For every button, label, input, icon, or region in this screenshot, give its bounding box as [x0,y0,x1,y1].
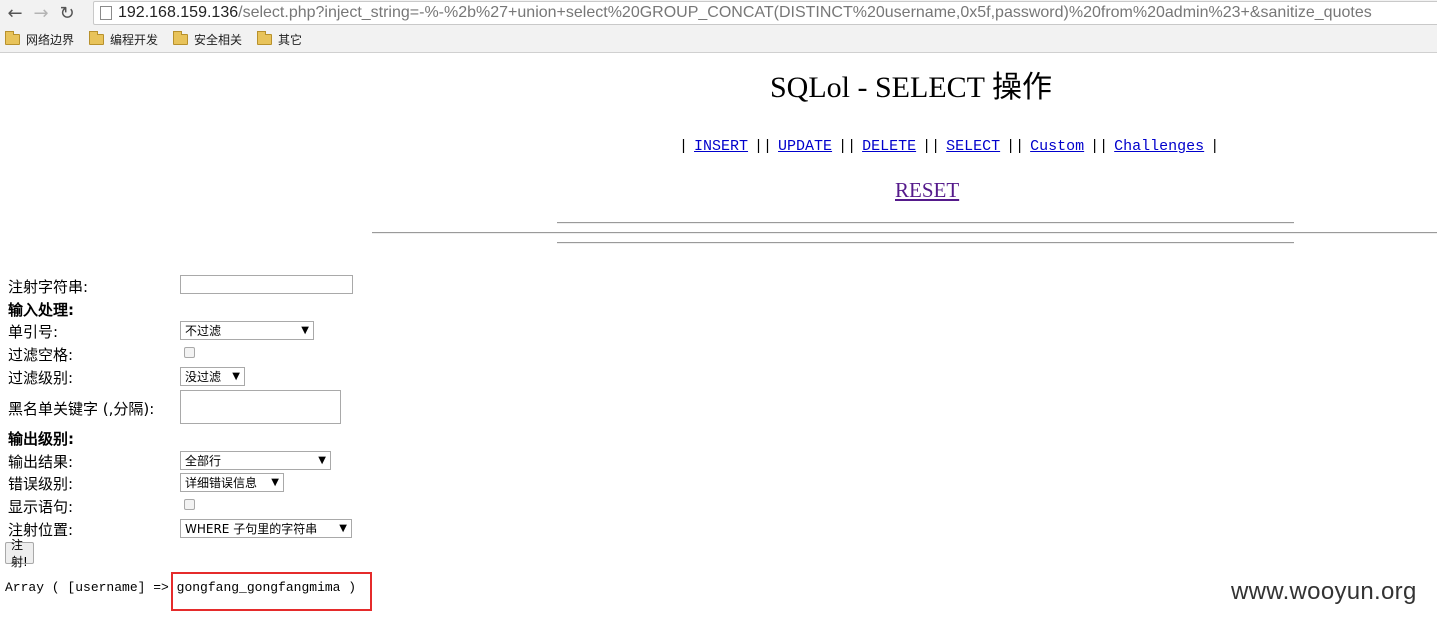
filter-spaces-label: 过滤空格: [8,346,74,364]
output-results-select[interactable]: 全部行 ▼ [180,451,331,470]
nav-update-link[interactable]: UPDATE [778,138,832,155]
filter-spaces-checkbox[interactable] [184,347,195,358]
bookmark-folder-network[interactable]: 网络边界 [5,31,74,48]
show-query-checkbox[interactable] [184,499,195,510]
divider [557,242,1294,244]
bookmarks-bar: 网络边界 编程开发 安全相关 其它 [0,27,1437,53]
result-prefix: Array ( [username] => [5,580,177,595]
bookmark-folder-programming[interactable]: 编程开发 [89,31,158,48]
inject-string-label: 注射字符串: [8,278,89,296]
bookmark-folder-other[interactable]: 其它 [257,31,302,48]
url-text: 192.168.159.136/select.php?inject_string… [118,4,1372,21]
bookmark-folder-security[interactable]: 安全相关 [173,31,242,48]
watermark: www.wooyun.org [1231,578,1417,605]
page-title: SQLol - SELECT 操作 [770,71,1052,104]
quotes-label: 单引号: [8,323,59,341]
output-section-heading: 输出级别: [8,430,74,448]
folder-icon [257,31,273,45]
filter-level-select[interactable]: 没过滤 ▼ [180,367,245,386]
highlight-box [171,572,372,611]
nav-select-link[interactable]: SELECT [946,138,1000,155]
nav-delete-link[interactable]: DELETE [862,138,916,155]
nav-insert-link[interactable]: INSERT [694,138,748,155]
error-level-label: 错误级别: [8,475,74,493]
error-level-select[interactable]: 详细错误信息 ▼ [180,473,284,492]
folder-icon [5,31,20,45]
nav-challenges-link[interactable]: Challenges [1114,138,1204,155]
show-query-label: 显示语句: [8,498,74,516]
dropdown-arrow-icon: ▼ [301,325,309,336]
nav-custom-link[interactable]: Custom [1030,138,1084,155]
output-results-label: 输出结果: [8,453,74,471]
dropdown-arrow-icon: ▼ [339,523,347,534]
reload-icon[interactable]: ↻ [56,3,78,25]
reset-link[interactable]: RESET [895,178,959,203]
url-field[interactable]: 192.168.159.136/select.php?inject_string… [93,1,1437,25]
inject-submit-button[interactable]: 注射! [5,538,34,569]
page-icon [100,6,112,20]
folder-icon [173,31,189,45]
back-icon[interactable]: ← [4,3,26,25]
quotes-select[interactable]: 不过滤 ▼ [180,321,314,340]
dropdown-arrow-icon: ▼ [318,455,326,466]
input-section-heading: 输入处理: [8,301,74,319]
dropdown-arrow-icon: ▼ [232,371,240,382]
injection-location-select[interactable]: WHERE 子句里的字符串 ▼ [180,519,352,538]
dropdown-arrow-icon: ▼ [271,477,279,488]
folder-icon [89,31,105,45]
blacklist-textarea[interactable] [180,390,341,424]
divider [557,222,1294,224]
address-bar-row: ← → ↻ 192.168.159.136/select.php?inject_… [0,0,1437,27]
top-nav: | INSERT || UPDATE || DELETE || SELECT || Custom |… [679,138,1220,155]
filter-level-label: 过滤级别: [8,369,74,387]
divider [372,232,1437,234]
inject-string-input[interactable] [180,275,353,294]
forward-icon[interactable]: → [30,3,52,25]
blacklist-label: 黑名单关键字 (,分隔): [8,400,155,418]
